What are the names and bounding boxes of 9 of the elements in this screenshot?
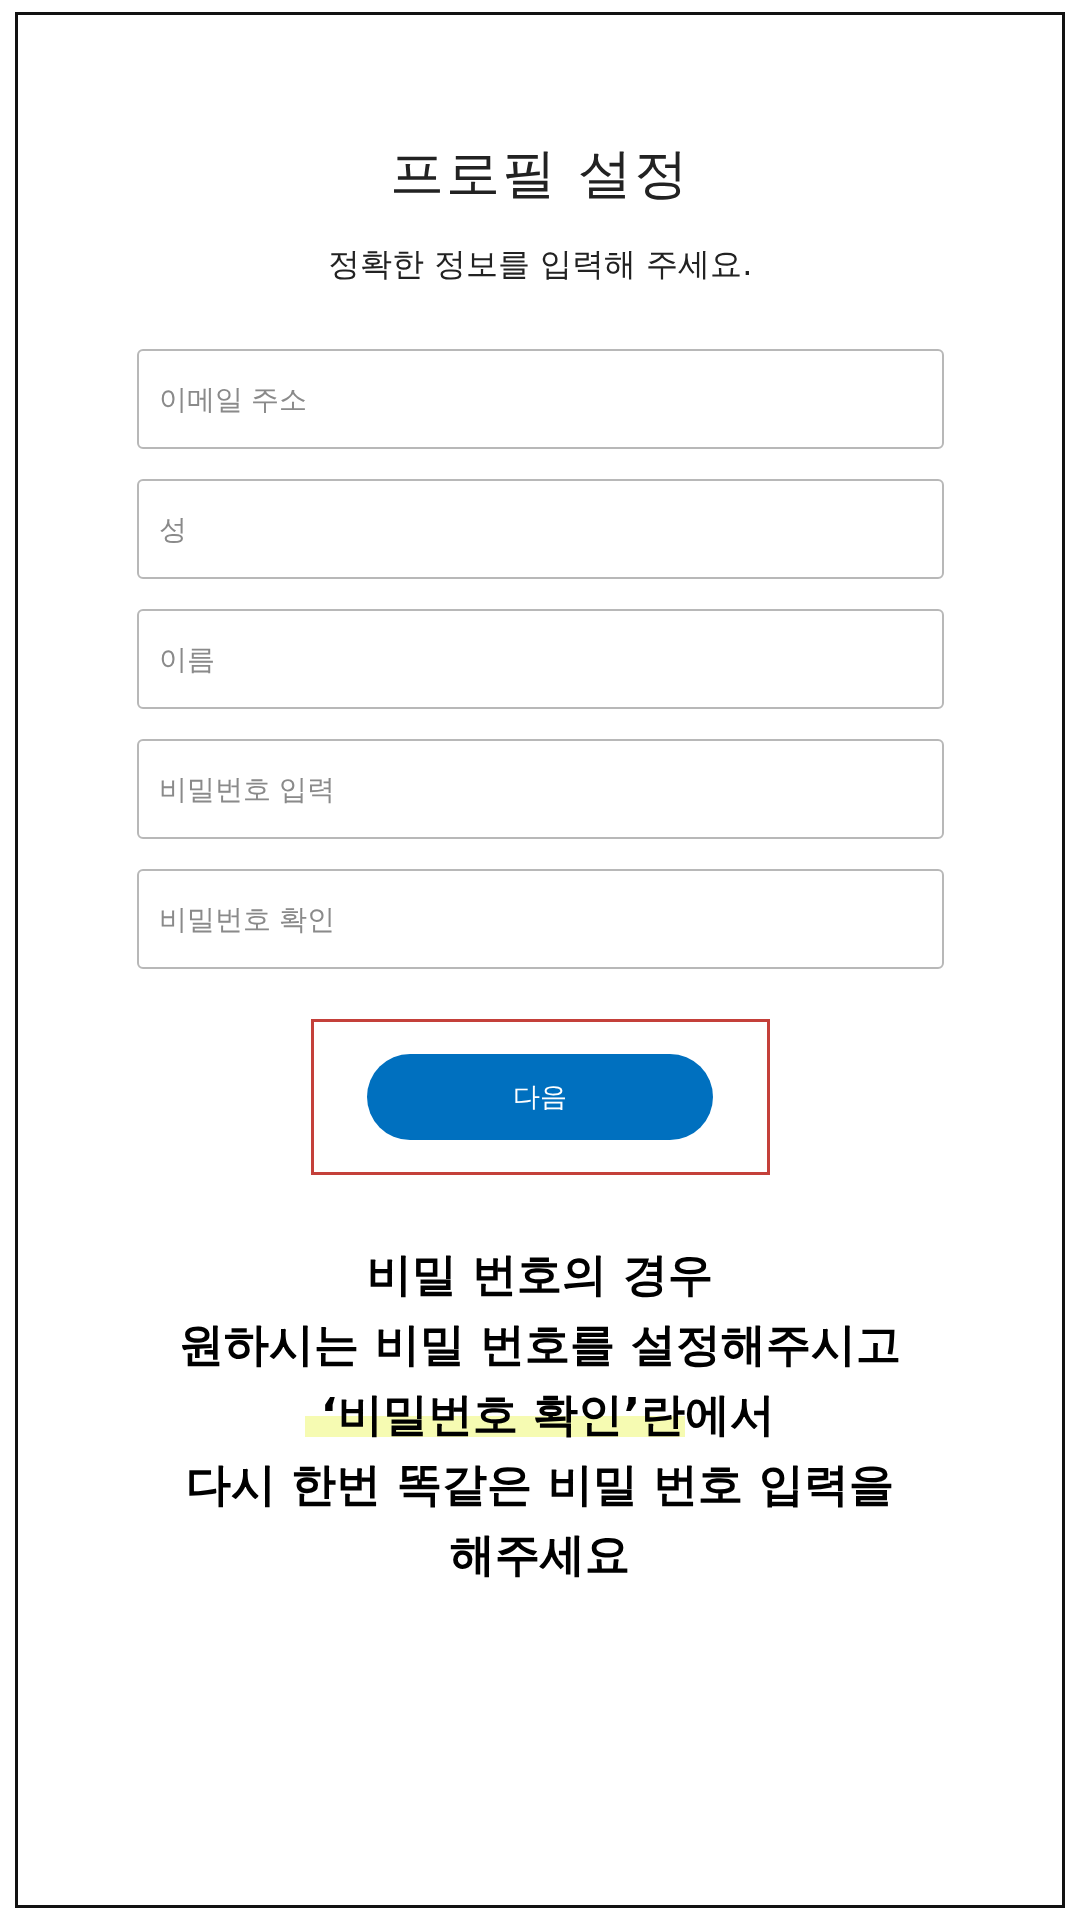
input-field[interactable]: 이메일 주소 bbox=[136, 349, 944, 449]
input-field[interactable]: 이름 bbox=[136, 609, 944, 709]
input-field[interactable]: 성 bbox=[136, 479, 944, 579]
input-field[interactable]: 비밀번호 확인 bbox=[136, 869, 944, 969]
page-subtitle: 정확한 정보를 입력해 주세요. bbox=[327, 245, 753, 283]
instruction-text: 비밀 번호의 경우 원하시는 비밀 번호를 설정해주시고 ‘비밀번호 확인’란에서 다시 한번 똑같은 비밀 번호 입력을 해주세요 bbox=[179, 1247, 901, 1583]
next-button[interactable]: 다음 bbox=[367, 1054, 713, 1140]
input-field[interactable]: 비밀번호 입력 bbox=[136, 739, 944, 839]
page-title: 프로필 설정 bbox=[390, 141, 690, 207]
